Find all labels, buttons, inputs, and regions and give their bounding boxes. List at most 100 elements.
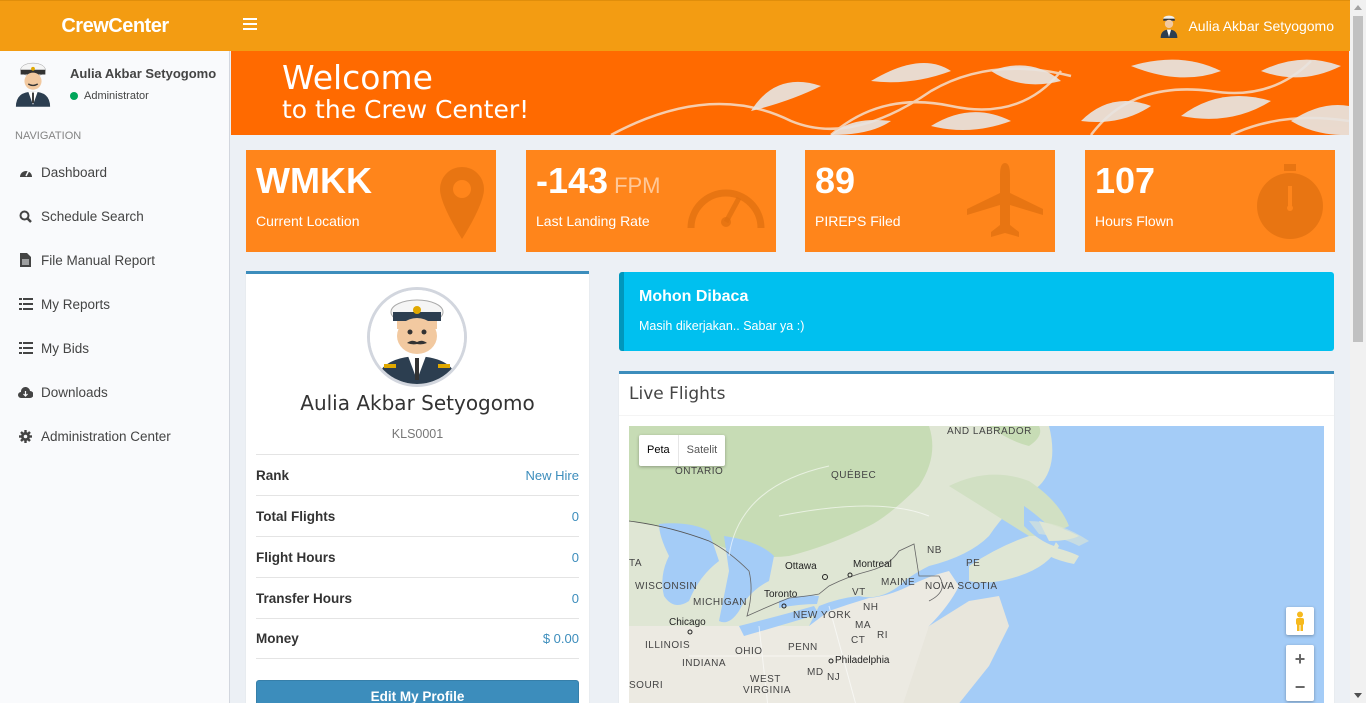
sidebar-item-my-reports[interactable]: My Reports [0,282,229,326]
avatar [15,62,51,107]
page-scrollbar[interactable] [1350,0,1366,703]
stat-value: 107 [1095,160,1156,201]
stat-hours-flown: 107 Hours Flown [1085,150,1335,252]
sidebar-item-label: Dashboard [41,164,108,180]
map-label: NH [863,602,879,613]
cloud-download-icon [18,385,33,399]
map-type-map-button[interactable]: Peta [639,435,678,466]
flight-hours-value[interactable]: 0 [572,550,579,565]
dashboard-icon [18,165,33,179]
map-type-satellite-button[interactable]: Satelit [677,435,726,466]
flight-hours-label: Flight Hours [256,549,336,565]
welcome-subtitle: to the Crew Center! [282,95,530,124]
map-type-control: Peta Satelit [639,435,726,466]
logo[interactable]: CrewCenter [0,1,230,52]
map-label: PENN [788,642,818,653]
scroll-up-icon[interactable] [1354,5,1362,10]
map-label: OHIO [735,646,763,657]
top-user-name: Aulia Akbar Setyogomo [1188,18,1334,34]
transfer-hours-value[interactable]: 0 [572,591,579,606]
map-label: AND LABRADOR [947,426,1032,437]
map-label: QUÉBEC [831,470,877,481]
sidebar-item-label: Schedule Search [41,208,144,224]
map-label: SOURI [629,680,664,691]
list-item: Total Flights 0 [256,495,579,536]
sidebar-item-label: My Reports [41,296,111,312]
stat-label: PIREPS Filed [815,213,901,229]
list-item: Money $ 0.00 [256,618,579,659]
sidebar-item-dashboard[interactable]: Dashboard [0,150,229,194]
map-label: TA [629,558,643,569]
notice-callout: Mohon Dibaca Masih dikerjakan.. Sabar ya… [619,272,1334,351]
map-label: INDIANA [682,658,727,669]
stat-pireps: 89 PIREPS Filed [805,150,1055,252]
sidebar-item-administration-center[interactable]: Administration Center [0,414,229,458]
total-flights-value[interactable]: 0 [572,509,579,524]
money-label: Money [256,631,299,646]
live-flights-map[interactable]: Peta Satelit AND LABRADOR ONTARIO QUÉBEC… [629,426,1324,703]
map-label: NB [927,545,942,556]
map-label: MD [807,667,824,678]
money-value[interactable]: $ 0.00 [543,631,579,646]
map-label: NJ [827,672,841,683]
sidebar-item-label: My Bids [41,340,90,356]
list-icon [18,341,33,355]
map-label: NOVA SCOTIA [925,581,998,592]
map-label: WEST [750,674,781,685]
profile-stats-list: Rank New Hire Total Flights 0 Flight Hours… [256,454,579,659]
map-label: ONTARIO [675,466,724,477]
zoom-out-button[interactable]: − [1286,673,1314,701]
profile-name: Aulia Akbar Setyogomo [300,391,535,415]
user-avatar-icon [1161,15,1178,38]
user-panel: Aulia Akbar Setyogomo Administrator [0,51,229,121]
map-label: VT [852,587,866,598]
user-menu[interactable]: Aulia Akbar Setyogomo [1158,14,1334,38]
sidebar-item-downloads[interactable]: Downloads [0,370,229,414]
map-label: RI [877,630,888,641]
top-navbar: CrewCenter Aulia Akbar Setyogomo [0,0,1350,51]
user-role: Administrator [84,90,149,102]
stat-label: Current Location [256,213,360,229]
profile-card: Aulia Akbar Setyogomo KLS0001 Rank New Hi… [246,271,589,703]
sidebar-item-label: Downloads [41,384,108,400]
gear-icon [18,429,33,443]
edit-profile-button[interactable]: Edit My Profile [256,680,579,703]
scroll-down-icon[interactable] [1354,693,1362,698]
user-status: Administrator [70,90,149,102]
map-label: WISCONSIN [635,581,698,592]
sidebar-toggle-icon[interactable] [243,18,257,32]
stat-current-location: WMKK Current Location [246,150,496,252]
tachometer-icon [687,189,765,229]
sidebar-item-label: Administration Center [41,428,171,444]
stat-value: -143 FPM [536,160,661,201]
sidebar-item-schedule-search[interactable]: Schedule Search [0,194,229,238]
callout-text: Masih dikerjakan.. Sabar ya :) [639,319,805,333]
map-label: CT [851,635,866,646]
map-marker-icon [440,167,484,239]
stat-unit: FPM [614,173,661,198]
street-view-pegman-icon[interactable] [1286,607,1314,635]
list-item: Rank New Hire [256,454,579,495]
map-label: VIRGINIA [743,685,791,696]
sidebar-item-my-bids[interactable]: My Bids [0,326,229,370]
stat-value: 89 [815,160,856,201]
map-label: MA [855,620,871,631]
map-label: NEW YORK [793,610,852,621]
sidebar-user-name: Aulia Akbar Setyogomo [70,66,217,81]
search-icon [18,209,33,223]
plane-icon [967,163,1043,237]
sidebar-item-file-manual-report[interactable]: File Manual Report [0,238,229,282]
zoom-in-button[interactable]: + [1286,645,1314,673]
stat-label: Last Landing Rate [536,213,650,229]
file-icon [18,253,33,267]
map-label: MICHIGAN [693,597,747,608]
stopwatch-icon [1257,164,1323,239]
live-flights-title: Live Flights [629,384,726,404]
scrollbar-thumb[interactable] [1353,16,1363,342]
zoom-control: + − [1286,645,1314,701]
rank-value[interactable]: New Hire [526,468,579,483]
live-flights-box: Live Flights Peta Satelit AND LABRADOR O… [619,371,1334,703]
list-icon [18,297,33,311]
sidebar-item-label: File Manual Report [41,252,156,268]
map-city: Philadelphia [835,655,890,666]
